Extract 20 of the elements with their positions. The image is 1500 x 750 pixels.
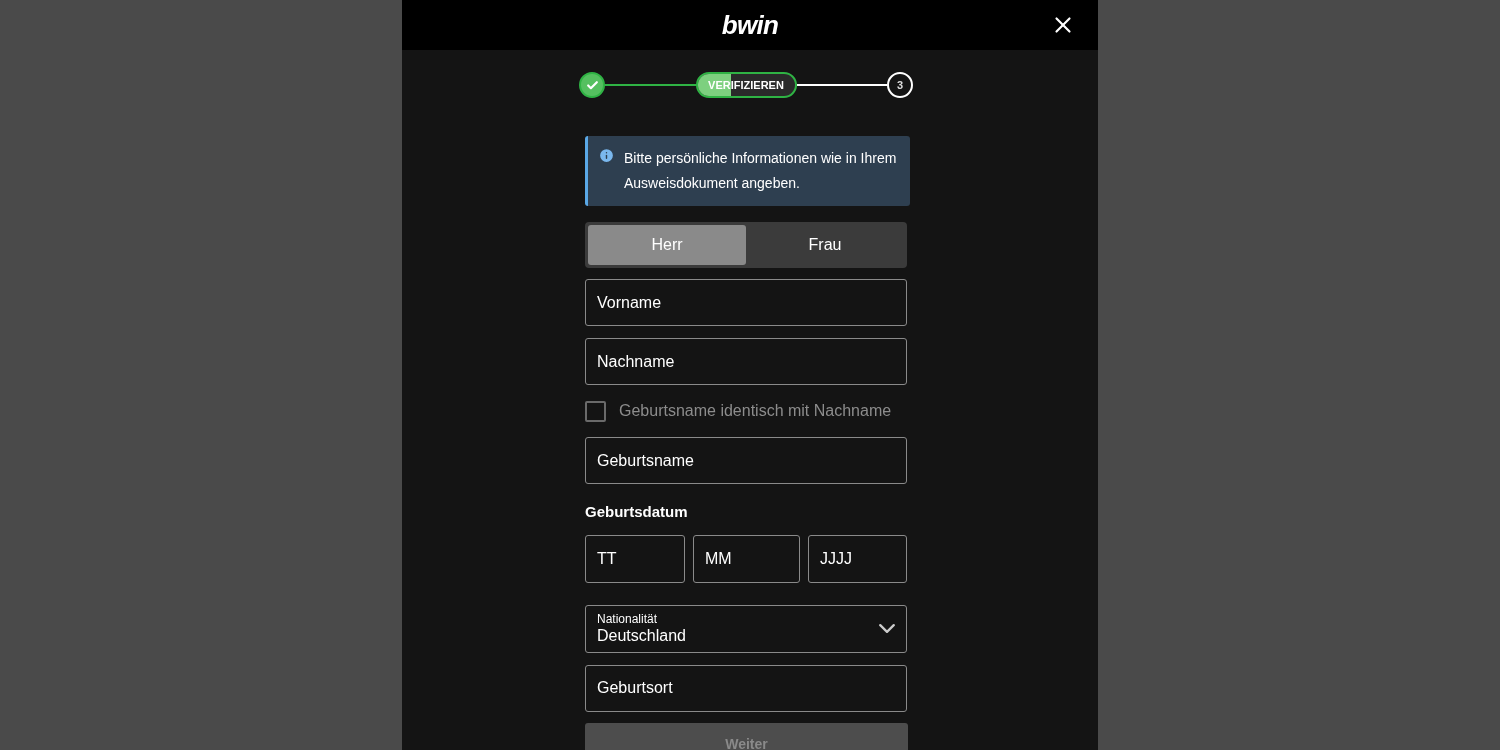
info-icon <box>598 147 615 164</box>
text-field[interactable]: Geburtsort <box>585 664 907 712</box>
select-value: Deutschland <box>597 625 686 646</box>
text-field[interactable]: Geburtsname <box>585 437 907 484</box>
salutation-option[interactable]: Frau <box>746 225 904 265</box>
checkbox-label: Geburtsname identisch mit Nachname <box>619 401 892 421</box>
text-field[interactable]: Vorname <box>585 279 907 326</box>
date-field[interactable]: JJJJ <box>808 534 907 583</box>
pending-step-indicator: 3 <box>887 72 913 98</box>
info-message: Bitte persönliche Informationen wie in Ihrem Ausweisdokument angeben. <box>624 149 898 193</box>
section-label: Geburtsdatum <box>585 502 689 522</box>
checkmark-icon <box>585 78 599 92</box>
logo: bwin <box>721 8 779 42</box>
checkbox[interactable] <box>585 400 606 422</box>
nationality-select[interactable]: Nationalität Deutschland <box>585 604 907 653</box>
date-field[interactable]: MM <box>693 534 800 583</box>
select-label: Nationalität <box>597 611 659 626</box>
chevron-down-icon <box>879 624 895 633</box>
date-field[interactable]: TT <box>585 534 685 583</box>
text-field[interactable]: Nachname <box>585 338 907 385</box>
